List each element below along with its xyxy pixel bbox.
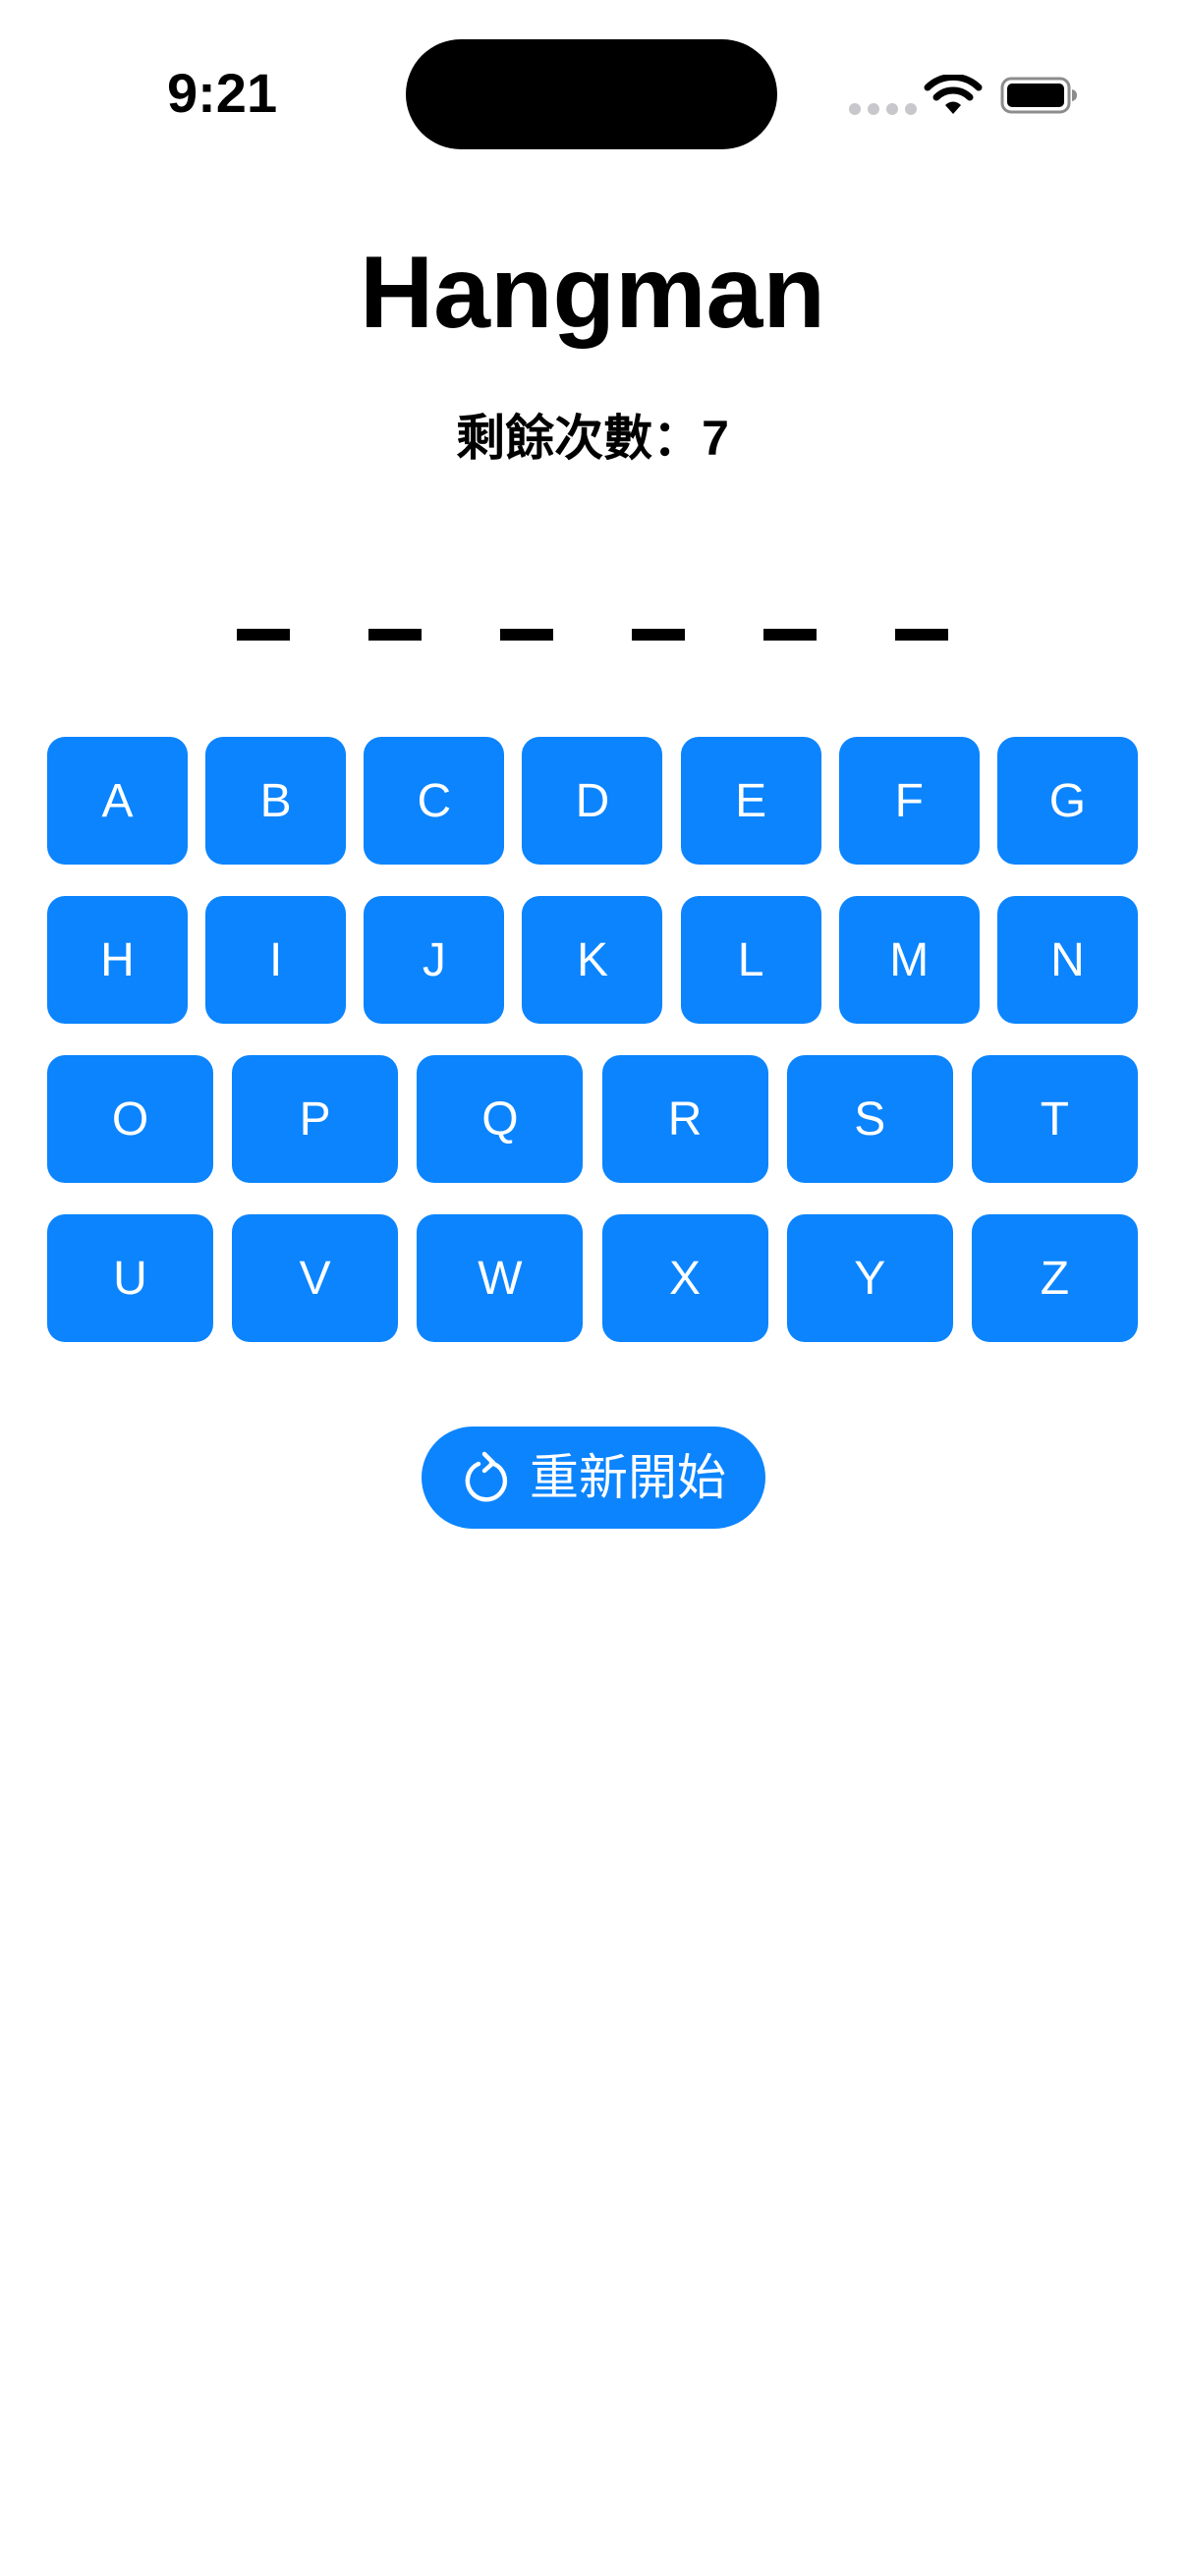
restart-button[interactable]: 重新開始 — [422, 1427, 765, 1529]
letter-key-r[interactable]: R — [601, 1055, 768, 1183]
letter-key-z[interactable]: Z — [971, 1214, 1138, 1342]
restart-icon — [465, 1451, 508, 1502]
letter-key-p[interactable]: P — [232, 1055, 399, 1183]
keyboard-row-2: H I J K L M N — [47, 896, 1138, 1024]
letter-key-j[interactable]: J — [364, 896, 505, 1024]
word-slot — [763, 629, 817, 641]
letter-key-u[interactable]: U — [47, 1214, 213, 1342]
letter-key-w[interactable]: W — [417, 1214, 584, 1342]
page-title: Hangman — [360, 236, 825, 350]
restart-button-label: 重新開始 — [530, 1450, 726, 1505]
letter-key-h[interactable]: H — [47, 896, 188, 1024]
letter-key-s[interactable]: S — [786, 1055, 953, 1183]
letter-key-f[interactable]: F — [838, 737, 980, 865]
letter-key-n[interactable]: N — [996, 896, 1138, 1024]
letter-key-c[interactable]: C — [364, 737, 505, 865]
letter-key-x[interactable]: X — [601, 1214, 768, 1342]
letter-key-b[interactable]: B — [205, 737, 347, 865]
word-slot — [895, 629, 948, 641]
letter-key-a[interactable]: A — [47, 737, 188, 865]
keyboard-row-4: U V W X Y Z — [47, 1214, 1138, 1342]
letter-key-k[interactable]: K — [522, 896, 663, 1024]
word-slot — [500, 629, 553, 641]
word-slots — [0, 629, 1185, 641]
word-slot — [632, 629, 685, 641]
remaining-attempts: 剩餘次數：7 — [456, 411, 729, 466]
letter-key-o[interactable]: O — [47, 1055, 213, 1183]
letter-key-i[interactable]: I — [205, 896, 347, 1024]
dynamic-island — [406, 39, 777, 149]
battery-icon — [1000, 77, 1077, 114]
letter-key-t[interactable]: T — [971, 1055, 1138, 1183]
word-slot — [237, 629, 290, 641]
keyboard-row-3: O P Q R S T — [47, 1055, 1138, 1183]
word-slot — [368, 629, 422, 641]
letter-key-v[interactable]: V — [232, 1214, 399, 1342]
letter-key-q[interactable]: Q — [417, 1055, 584, 1183]
letter-key-l[interactable]: L — [680, 896, 821, 1024]
letter-key-d[interactable]: D — [522, 737, 663, 865]
letter-key-g[interactable]: G — [996, 737, 1138, 865]
letter-key-y[interactable]: Y — [786, 1214, 953, 1342]
wifi-icon — [924, 75, 983, 114]
keyboard-row-1: A B C D E F G — [47, 737, 1138, 865]
status-time: 9:21 — [167, 62, 278, 124]
letter-key-e[interactable]: E — [680, 737, 821, 865]
signal-dots-icon — [849, 103, 917, 115]
letter-key-m[interactable]: M — [838, 896, 980, 1024]
